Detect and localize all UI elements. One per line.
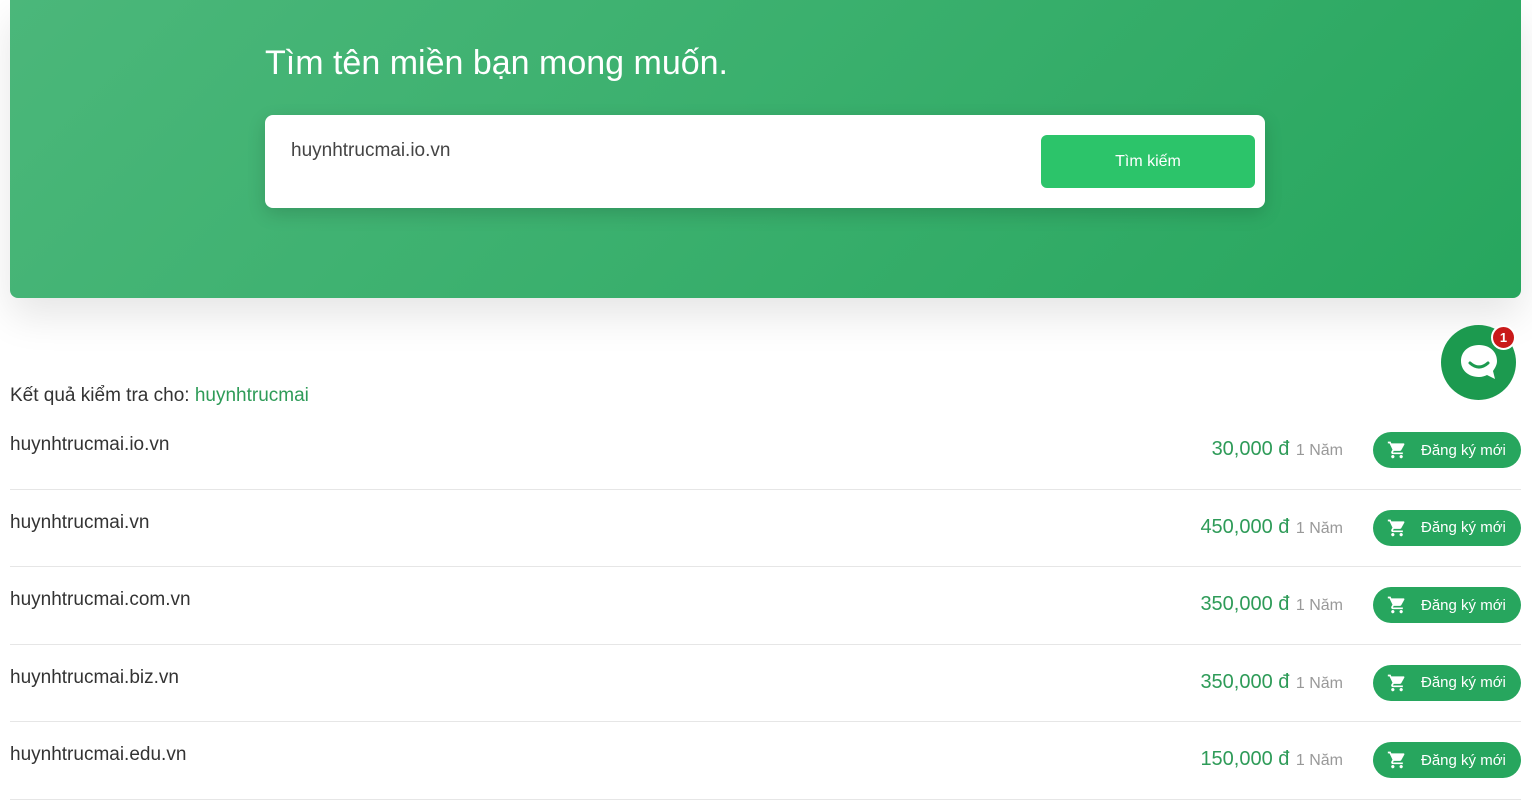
register-button[interactable]: Đăng ký mới	[1373, 664, 1521, 701]
domain-name: huynhtrucmai.biz.vn	[10, 666, 179, 688]
price-info: 30,000 đ 1 Năm	[1212, 438, 1343, 461]
domain-name: huynhtrucmai.com.vn	[10, 589, 191, 610]
domain-result-list: huynhtrucmai.io.vn 30,000 đ 1 Năm Đăng k…	[10, 412, 1521, 800]
cart-icon	[1387, 519, 1405, 536]
price-period: 1 Năm	[1295, 519, 1343, 537]
price-period: 1 Năm	[1295, 674, 1343, 692]
domain-name: huynhtrucmai.io.vn	[10, 434, 170, 455]
domain-name: huynhtrucmai.edu.vn	[10, 744, 187, 765]
chat-notification-badge: 1	[1491, 325, 1516, 350]
domain-result-row: huynhtrucmai.vn 450,000 đ 1 Năm Đăng ký …	[10, 490, 1521, 567]
search-box: Tìm kiếm	[265, 115, 1265, 208]
price-info: 150,000 đ 1 Năm	[1200, 748, 1343, 771]
register-button[interactable]: Đăng ký mới	[1373, 587, 1521, 623]
price-info: 350,000 đ 1 Năm	[1200, 671, 1343, 694]
chat-icon	[1460, 344, 1497, 379]
search-button[interactable]: Tìm kiếm	[1041, 135, 1255, 188]
register-label: Đăng ký mới	[1421, 441, 1506, 459]
register-button[interactable]: Đăng ký mới	[1373, 509, 1521, 546]
register-label: Đăng ký mới	[1421, 751, 1506, 769]
result-heading: Kết quả kiểm tra cho: huynhtrucmai	[10, 385, 309, 407]
domain-search-input[interactable]	[291, 137, 1011, 165]
domain-result-row: huynhtrucmai.io.vn 30,000 đ 1 Năm Đăng k…	[10, 412, 1521, 490]
hero-title: Tìm tên miền bạn mong muốn.	[265, 44, 729, 82]
result-heading-prefix: Kết quả kiểm tra cho:	[10, 385, 190, 406]
domain-price: 30,000 đ	[1211, 438, 1290, 460]
price-info: 450,000 đ 1 Năm	[1200, 516, 1343, 539]
register-button[interactable]: Đăng ký mới	[1373, 742, 1521, 778]
result-keyword: huynhtrucmai	[194, 385, 309, 406]
cart-icon	[1387, 751, 1405, 769]
register-label: Đăng ký mới	[1421, 674, 1506, 691]
price-period: 1 Năm	[1295, 597, 1343, 614]
domain-name: huynhtrucmai.vn	[10, 511, 150, 533]
cart-icon	[1387, 441, 1405, 459]
domain-price: 350,000 đ	[1200, 670, 1290, 693]
cart-icon	[1387, 596, 1405, 614]
domain-price: 450,000 đ	[1200, 515, 1290, 538]
domain-result-row: huynhtrucmai.edu.vn 150,000 đ 1 Năm Đăng…	[10, 722, 1521, 800]
register-label: Đăng ký mới	[1421, 596, 1506, 614]
register-label: Đăng ký mới	[1421, 519, 1506, 536]
domain-price: 150,000 đ	[1200, 748, 1290, 770]
price-period: 1 Năm	[1295, 752, 1343, 769]
domain-result-row: huynhtrucmai.biz.vn 350,000 đ 1 Năm Đăng…	[10, 645, 1521, 722]
cart-icon	[1387, 674, 1405, 691]
register-button[interactable]: Đăng ký mới	[1373, 432, 1521, 468]
domain-price: 350,000 đ	[1200, 593, 1290, 615]
domain-result-row: huynhtrucmai.com.vn 350,000 đ 1 Năm Đăng…	[10, 567, 1521, 645]
price-period: 1 Năm	[1295, 442, 1343, 459]
search-hero: Tìm tên miền bạn mong muốn. Tìm kiếm	[10, 0, 1521, 298]
price-info: 350,000 đ 1 Năm	[1200, 593, 1343, 616]
